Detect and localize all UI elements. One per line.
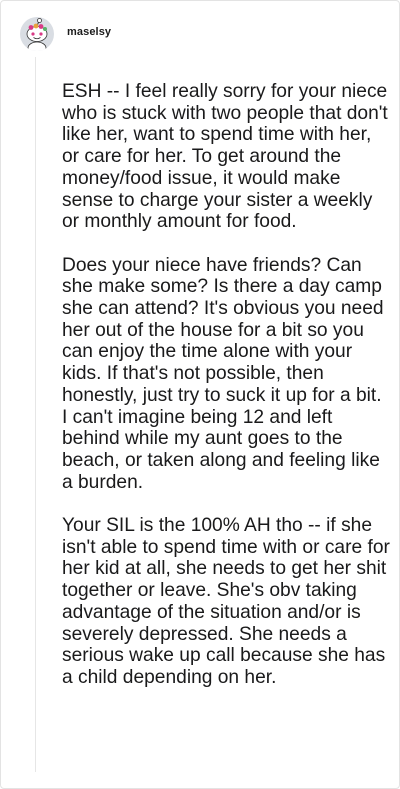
comment-paragraph: Does your niece have friends? Can she ma… <box>62 254 384 493</box>
comment-header: maselsy <box>20 16 111 52</box>
comment-body: ESH -- I feel really sorry for your niec… <box>62 81 392 689</box>
thread-collapse-line[interactable] <box>35 57 36 772</box>
comment-username[interactable]: maselsy <box>67 26 111 38</box>
comment-paragraph: ESH -- I feel really sorry for your niec… <box>62 81 388 233</box>
comment-paragraph: Your SIL is the 100% AH tho -- if she is… <box>62 515 390 688</box>
reddit-snoo-avatar-icon[interactable] <box>20 17 54 51</box>
comment-card: maselsy ESH -- I feel really sorry for y… <box>0 0 400 789</box>
